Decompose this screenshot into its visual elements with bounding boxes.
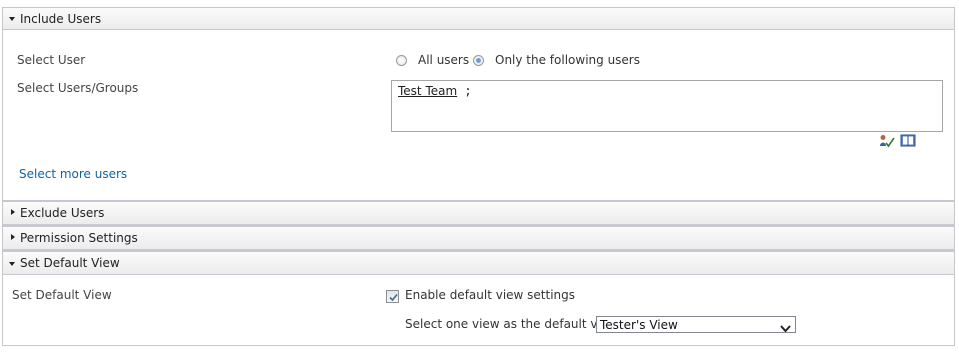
default-view-select-label: Select one view as the default view: — [405, 317, 622, 331]
all-users-label[interactable]: All users — [418, 53, 469, 67]
chevron-down-icon — [780, 321, 791, 335]
include-users-header[interactable]: Include Users — [3, 8, 954, 30]
select-user-label: Select User — [17, 53, 86, 67]
expand-arrow-icon — [11, 209, 15, 215]
set-default-view-label: Set Default View — [12, 288, 112, 302]
exclude-users-header[interactable]: Exclude Users — [3, 200, 954, 225]
resolved-user-name[interactable]: Test Team — [398, 84, 457, 98]
exclude-users-title: Exclude Users — [20, 206, 105, 220]
enable-default-view-checkbox[interactable] — [386, 290, 399, 303]
all-users-radio[interactable] — [396, 55, 407, 66]
select-more-users-link[interactable]: Select more users — [19, 167, 127, 181]
people-picker-input[interactable]: Test Team ; — [391, 80, 943, 132]
address-book-icon[interactable] — [900, 134, 916, 148]
default-view-dropdown[interactable]: Tester's View — [596, 316, 796, 333]
selected-view-value: Tester's View — [600, 318, 678, 332]
collapse-arrow-icon — [9, 17, 15, 21]
collapse-arrow-icon — [9, 262, 15, 266]
select-users-groups-label: Select Users/Groups — [17, 81, 139, 95]
permission-settings-header[interactable]: Permission Settings — [3, 225, 954, 250]
set-default-view-title: Set Default View — [20, 256, 120, 270]
check-names-icon[interactable] — [879, 134, 895, 148]
include-users-title: Include Users — [20, 12, 102, 26]
permission-settings-title: Permission Settings — [20, 231, 138, 245]
expand-arrow-icon — [11, 234, 15, 240]
only-following-users-radio[interactable] — [473, 55, 484, 66]
people-picker-entry: Test Team ; — [398, 84, 472, 98]
entry-separator: ; — [464, 84, 472, 98]
settings-panel: Include Users Select User All users Only… — [2, 7, 955, 346]
enable-default-view-label[interactable]: Enable default view settings — [405, 288, 575, 302]
only-following-users-label[interactable]: Only the following users — [495, 53, 640, 67]
set-default-view-header[interactable]: Set Default View — [3, 250, 954, 275]
